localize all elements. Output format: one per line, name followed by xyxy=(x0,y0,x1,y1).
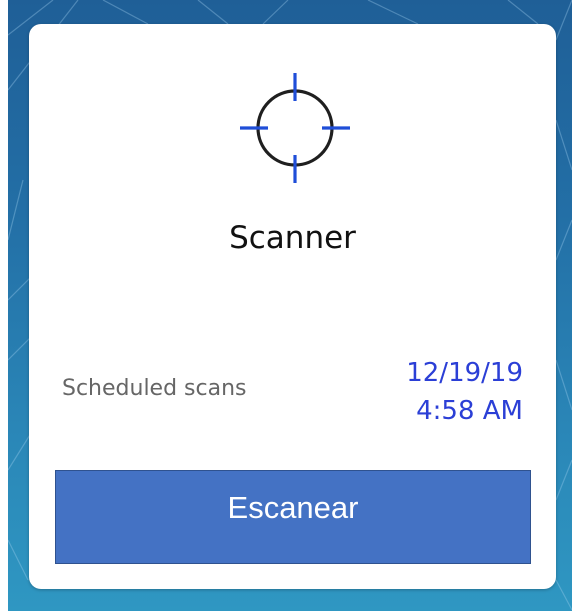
background-panel: Scanner Scheduled scans 12/19/19 4:58 AM… xyxy=(8,0,572,611)
crosshair-icon xyxy=(240,73,350,183)
scheduled-scan-datetime: 12/19/19 4:58 AM xyxy=(406,354,523,430)
card-title: Scanner xyxy=(229,220,356,256)
scheduled-scans-label: Scheduled scans xyxy=(62,376,247,401)
scheduled-scan-date: 12/19/19 xyxy=(406,358,523,388)
scan-button[interactable]: Escanear xyxy=(55,470,531,564)
scanner-card: Scanner Scheduled scans 12/19/19 4:58 AM… xyxy=(29,24,556,589)
scheduled-scan-time: 4:58 AM xyxy=(416,396,523,426)
